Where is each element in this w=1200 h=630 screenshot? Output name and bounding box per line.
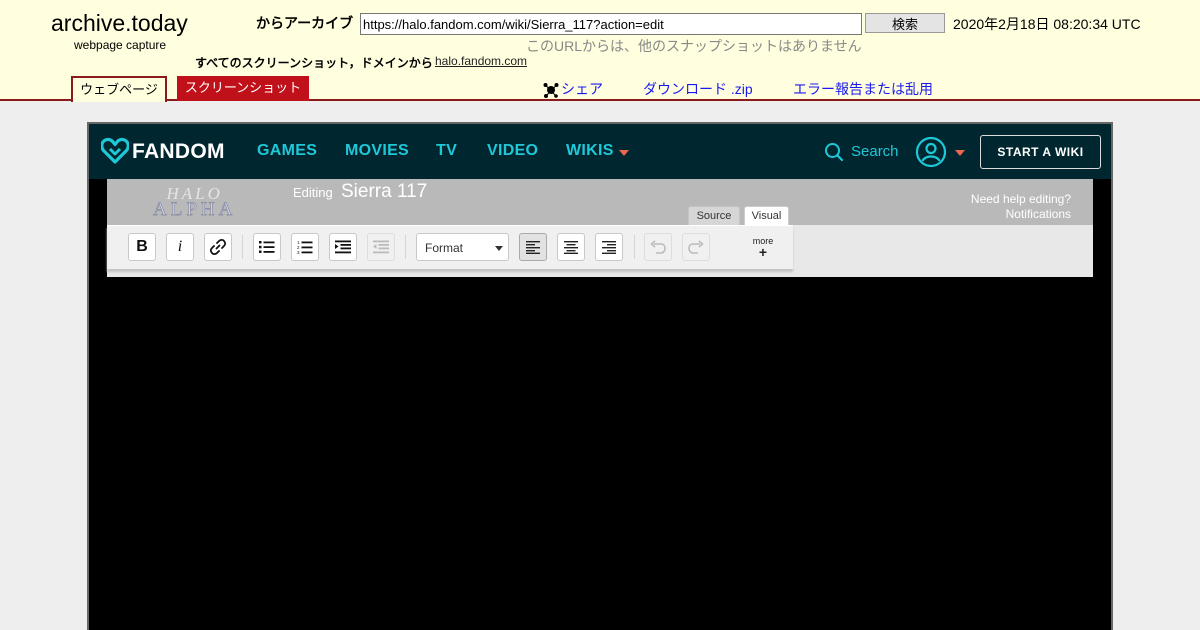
format-caret-icon — [495, 246, 503, 251]
search-icon[interactable] — [824, 142, 844, 162]
editor-toolbar-area: B i 1 2 3 Format more + — [107, 225, 1093, 277]
archive-header: archive.today webpage capture からアーカイブ 検索… — [0, 0, 1200, 102]
plus-icon: + — [758, 244, 768, 260]
align-left-button[interactable] — [519, 233, 547, 261]
more-button[interactable]: more + — [744, 236, 782, 260]
bold-icon: B — [136, 238, 148, 255]
indent-button[interactable] — [329, 233, 357, 261]
toolbar-divider — [242, 235, 243, 259]
align-right-button[interactable] — [595, 233, 623, 261]
editor-toolbar: B i 1 2 3 Format more + — [107, 225, 793, 269]
align-center-button[interactable] — [557, 233, 585, 261]
site-title[interactable]: archive.today — [51, 10, 188, 37]
fandom-logo-text[interactable]: FANDOM — [132, 140, 225, 164]
toolbar-divider — [634, 235, 635, 259]
indent-icon — [335, 240, 351, 254]
tab-screenshot[interactable]: スクリーンショット — [177, 76, 309, 101]
nav-video[interactable]: VIDEO — [487, 142, 538, 160]
share-link[interactable]: シェア — [561, 79, 603, 99]
no-snapshots-text: このURLからは、他のスナップショットはありません — [526, 38, 862, 54]
outdent-icon — [373, 240, 389, 254]
align-center-icon — [564, 240, 578, 254]
svg-text:3: 3 — [297, 250, 300, 255]
nav-games[interactable]: GAMES — [257, 142, 317, 160]
redo-button[interactable] — [682, 233, 710, 261]
nav-tv[interactable]: TV — [436, 142, 457, 160]
domain-link[interactable]: halo.fandom.com — [435, 54, 527, 68]
nav-wikis[interactable]: WIKIS — [566, 142, 614, 160]
align-left-icon — [526, 240, 540, 254]
all-screenshots-label: すべてのスクリーンショット，ドメインから — [195, 56, 433, 70]
italic-icon: i — [177, 238, 183, 255]
help-editing-link[interactable]: Need help editing? — [971, 192, 1071, 206]
bold-button[interactable]: B — [128, 233, 156, 261]
numbered-list-button[interactable]: 1 2 3 — [291, 233, 319, 261]
undo-icon — [650, 240, 666, 254]
notifications-link[interactable]: Notifications — [1006, 207, 1071, 221]
start-a-wiki-button[interactable]: START A WIKI — [980, 135, 1101, 169]
editing-label: Editing — [293, 185, 333, 200]
download-zip-link[interactable]: ダウンロード .zip — [643, 79, 753, 99]
report-abuse-link[interactable]: エラー報告または乱用 — [793, 79, 933, 99]
page-title: Sierra 117 — [341, 181, 428, 202]
capture-date: 2020年2月18日 08:20:34 UTC — [953, 16, 1141, 32]
url-input[interactable] — [360, 13, 862, 35]
captured-page: FANDOM GAMES MOVIES TV VIDEO WIKIS Searc… — [87, 122, 1113, 630]
toolbar-divider — [405, 235, 406, 259]
nav-movies[interactable]: MOVIES — [345, 142, 409, 160]
tab-source[interactable]: Source — [688, 206, 740, 226]
fandom-navbar: FANDOM GAMES MOVIES TV VIDEO WIKIS Searc… — [89, 124, 1111, 179]
align-right-icon — [602, 240, 616, 254]
redo-icon — [688, 240, 704, 254]
format-dropdown-label: Format — [425, 241, 464, 255]
format-dropdown[interactable]: Format — [416, 233, 509, 261]
fandom-heart-icon[interactable] — [101, 137, 129, 165]
user-caret-icon[interactable] — [955, 150, 965, 156]
bullet-list-icon — [259, 241, 275, 253]
italic-button[interactable]: i — [166, 233, 194, 261]
halo-alpha-logo[interactable]: HALO ALPHA — [153, 185, 237, 220]
link-button[interactable] — [204, 233, 232, 261]
wikis-caret-icon[interactable] — [619, 150, 629, 156]
wiki-logo-line2: ALPHA — [153, 199, 237, 220]
user-avatar-icon[interactable] — [915, 136, 947, 168]
tab-visual[interactable]: Visual — [744, 206, 789, 226]
tab-webpage[interactable]: ウェブページ — [71, 76, 167, 102]
undo-button[interactable] — [644, 233, 672, 261]
nav-search-label[interactable]: Search — [851, 143, 899, 160]
numbered-list-icon: 1 2 3 — [297, 240, 313, 255]
site-subtitle: webpage capture — [74, 38, 167, 52]
outdent-button[interactable] — [367, 233, 395, 261]
search-button[interactable]: 検索 — [865, 13, 945, 33]
share-icon[interactable] — [543, 82, 559, 98]
editor-header: HALO ALPHA Editing Sierra 117 Need help … — [107, 179, 1093, 226]
archive-from-label: からアーカイブ — [256, 15, 354, 31]
link-icon — [209, 238, 227, 256]
bullet-list-button[interactable] — [253, 233, 281, 261]
